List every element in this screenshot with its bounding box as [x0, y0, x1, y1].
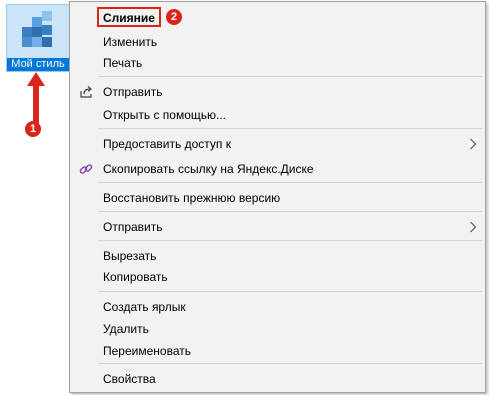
link-icon [79, 164, 93, 174]
menu-item-print[interactable]: Печать [70, 52, 485, 74]
desktop-icon-label: Мой стиль [7, 58, 69, 71]
menu-item-create-shortcut[interactable]: Создать ярлык [70, 296, 485, 318]
chevron-right-icon [470, 138, 477, 150]
menu-separator [98, 211, 482, 212]
desktop-file-icon-my-style[interactable]: Мой стиль [6, 4, 70, 72]
annotation-arrow-up [27, 72, 45, 124]
menu-item-share[interactable]: Отправить [70, 81, 485, 103]
context-menu: Слияние Изменить Печать Отправить Открыт… [69, 1, 486, 393]
menu-item-restore-previous[interactable]: Восстановить прежнюю версию [70, 187, 485, 209]
menu-item-open-with[interactable]: Открыть с помощью... [70, 104, 485, 126]
menu-item-copy[interactable]: Копировать [70, 266, 485, 288]
annotation-badge-2: 2 [166, 9, 182, 25]
chevron-right-icon [470, 221, 477, 233]
menu-separator [98, 76, 482, 77]
share-icon [80, 86, 92, 98]
menu-item-give-access[interactable]: Предоставить доступ к [70, 133, 485, 155]
menu-item-yandex-disk-link[interactable]: Скопировать ссылку на Яндекс.Диске [70, 158, 485, 180]
menu-item-cut[interactable]: Вырезать [70, 245, 485, 267]
menu-item-delete[interactable]: Удалить [70, 318, 485, 340]
annotation-highlight-box [97, 7, 161, 27]
menu-separator [98, 291, 482, 292]
menu-item-rename[interactable]: Переименовать [70, 340, 485, 362]
menu-separator [98, 240, 482, 241]
menu-separator [98, 363, 482, 364]
registry-file-icon [22, 11, 52, 47]
menu-item-properties[interactable]: Свойства [70, 368, 485, 390]
menu-separator [98, 182, 482, 183]
menu-item-edit[interactable]: Изменить [70, 31, 485, 53]
menu-item-send-to[interactable]: Отправить [70, 216, 485, 238]
menu-separator [98, 128, 482, 129]
annotation-badge-1: 1 [25, 121, 41, 137]
